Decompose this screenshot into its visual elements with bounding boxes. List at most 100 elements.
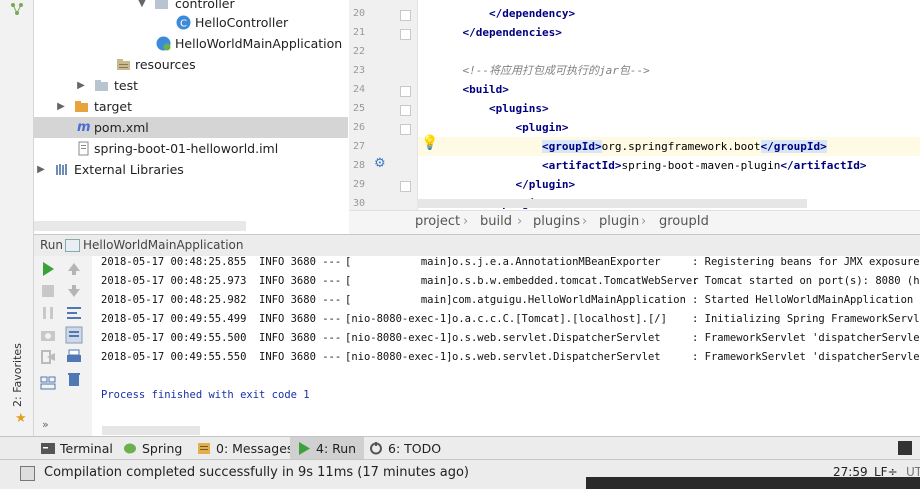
more-chevron-icon[interactable]: » xyxy=(42,418,49,431)
xml-tag: <groupId> xyxy=(541,140,602,153)
left-tool-strip: 2: Favorites ★ xyxy=(0,0,34,436)
xml-tag: </groupId> xyxy=(760,140,827,153)
tool-window-tabs: Terminal Spring 0: Messages 4: Run 6: TO… xyxy=(0,436,920,460)
tree-item-label: target xyxy=(94,99,133,114)
application-config-icon xyxy=(65,239,80,252)
tab-todo[interactable]: 6: TODO xyxy=(362,437,449,460)
arrow-up-icon[interactable] xyxy=(65,260,83,278)
exit-message: Process finished with exit code 1 xyxy=(101,389,310,401)
code-area: </dependency> </dependencies> <!--将应用打包成… xyxy=(349,0,920,210)
line-separator[interactable]: LF÷ xyxy=(874,465,898,479)
xml-tag: <build> xyxy=(462,83,509,96)
scroll-to-end-icon[interactable] xyxy=(65,326,83,344)
run-panel-title: Run xyxy=(40,238,64,252)
todo-icon xyxy=(370,442,382,455)
xml-text: org.springframework.boot xyxy=(601,140,761,153)
structure-icon[interactable] xyxy=(10,2,24,16)
tree-item-test[interactable]: ▶ test xyxy=(34,75,348,96)
tab-messages[interactable]: 0: Messages xyxy=(190,437,301,460)
toggle-tool-windows-icon[interactable] xyxy=(20,466,35,481)
breadcrumb-item[interactable]: plugins xyxy=(533,214,580,229)
xml-text: spring-boot-maven-plugin xyxy=(621,159,781,172)
breadcrumb-item[interactable]: project xyxy=(415,214,460,229)
chevron-right-icon[interactable]: ▶ xyxy=(56,96,66,117)
xml-tag: </dependency> xyxy=(488,7,576,20)
print-icon[interactable] xyxy=(65,348,83,366)
tree-item-helloworldmainapplication[interactable]: HelloWorldMainApplication xyxy=(34,33,348,54)
folder-icon xyxy=(94,78,109,93)
xml-tag: </artifactId> xyxy=(780,159,867,172)
console-output[interactable]: 2018-05-17 00:48:25.855 INFO 3680 ---[ ma… xyxy=(92,256,920,436)
folder-icon xyxy=(154,0,169,11)
tab-label: 0: Messages xyxy=(216,441,294,456)
maven-icon: m xyxy=(77,120,91,135)
xml-tag: <artifactId> xyxy=(541,159,622,172)
favorites-tab[interactable]: 2: Favorites xyxy=(9,343,25,415)
console-horizontal-scrollbar[interactable] xyxy=(102,426,200,435)
file-encoding[interactable]: UT xyxy=(906,465,920,479)
run-icon xyxy=(299,442,310,455)
stop-icon[interactable] xyxy=(39,282,57,300)
tree-item-label: resources xyxy=(135,57,196,72)
xml-tag: <plugin> xyxy=(515,121,569,134)
resources-folder-icon xyxy=(116,57,131,72)
soft-wrap-icon[interactable] xyxy=(65,304,83,322)
xml-comment: <!--将应用打包成可执行的jar包--> xyxy=(462,64,650,77)
breadcrumb-item[interactable]: build xyxy=(480,214,512,229)
editor-horizontal-scrollbar[interactable] xyxy=(417,199,807,208)
console-line: 2018-05-17 00:49:55.550 INFO 3680 --- [nio… xyxy=(101,351,920,363)
tree-horizontal-scrollbar[interactable] xyxy=(34,221,246,231)
run-config-name[interactable]: HelloWorldMainApplication xyxy=(83,238,244,252)
tab-label: Terminal xyxy=(60,441,113,456)
class-icon: C xyxy=(176,15,191,30)
breadcrumb-item[interactable]: plugin xyxy=(599,214,639,229)
exit-icon[interactable] xyxy=(39,348,57,366)
rerun-icon[interactable] xyxy=(39,260,57,278)
tree-item-iml[interactable]: spring-boot-01-helloworld.iml xyxy=(34,138,348,159)
project-tree: ▼ controller C HelloController HelloWorl… xyxy=(34,0,348,233)
file-icon xyxy=(76,141,91,156)
breadcrumb-item[interactable]: groupId xyxy=(659,214,709,229)
tree-item-resources[interactable]: resources xyxy=(34,54,348,75)
tree-item-label: External Libraries xyxy=(74,162,184,177)
tab-terminal[interactable]: Terminal xyxy=(34,437,121,460)
tree-item-external-libraries[interactable]: ▶ External Libraries xyxy=(34,159,348,180)
library-icon xyxy=(54,162,69,177)
console-line: 2018-05-17 00:48:25.973 INFO 3680 ---[ ma… xyxy=(101,275,920,287)
console-line: 2018-05-17 00:49:55.499 INFO 3680 --- [nio… xyxy=(101,313,920,325)
messages-icon xyxy=(198,443,210,454)
breadcrumb-separator: › xyxy=(641,214,647,229)
star-icon: ★ xyxy=(15,411,27,426)
tree-item-hellocontroller[interactable]: C HelloController xyxy=(34,12,348,33)
arrow-down-icon[interactable] xyxy=(65,282,83,300)
dark-overlay-strip xyxy=(586,477,920,489)
terminal-icon xyxy=(41,443,55,454)
favorites-tab-label: 2: Favorites xyxy=(11,343,24,407)
caret-position[interactable]: 27:59 xyxy=(833,465,868,479)
pause-icon[interactable] xyxy=(39,304,57,322)
tab-spring[interactable]: Spring xyxy=(116,437,190,460)
breadcrumb-separator: › xyxy=(582,214,588,229)
console-line: 2018-05-17 00:49:55.500 INFO 3680 --- [nio… xyxy=(101,332,920,344)
event-log-icon[interactable] xyxy=(898,441,912,455)
tree-item-pom-xml[interactable]: m pom.xml xyxy=(34,117,348,138)
spring-class-icon xyxy=(156,36,171,51)
tab-run[interactable]: 4: Run xyxy=(290,437,365,460)
breadcrumb: project › build › plugins › plugin › gro… xyxy=(349,210,920,235)
xml-tag: <plugins> xyxy=(488,102,549,115)
tree-item-label: HelloController xyxy=(195,15,289,30)
run-panel-header: Run HelloWorldMainApplication xyxy=(34,234,920,257)
console-line: 2018-05-17 00:48:25.855 INFO 3680 ---[ ma… xyxy=(101,256,920,268)
run-toolbar: » xyxy=(34,256,92,436)
chevron-right-icon[interactable]: ▶ xyxy=(36,159,46,180)
status-message: Compilation completed successfully in 9s… xyxy=(44,465,470,480)
spring-leaf-icon xyxy=(124,443,136,454)
chevron-right-icon[interactable]: ▶ xyxy=(76,75,86,96)
breadcrumb-separator: › xyxy=(517,214,523,229)
breadcrumb-separator: › xyxy=(463,214,469,229)
trash-icon[interactable] xyxy=(65,370,83,388)
tree-item-target[interactable]: ▶ target xyxy=(34,96,348,117)
console-line: 2018-05-17 00:48:25.982 INFO 3680 ---[ ma… xyxy=(101,294,920,306)
layout-icon[interactable] xyxy=(39,374,57,392)
camera-icon[interactable] xyxy=(39,326,57,344)
